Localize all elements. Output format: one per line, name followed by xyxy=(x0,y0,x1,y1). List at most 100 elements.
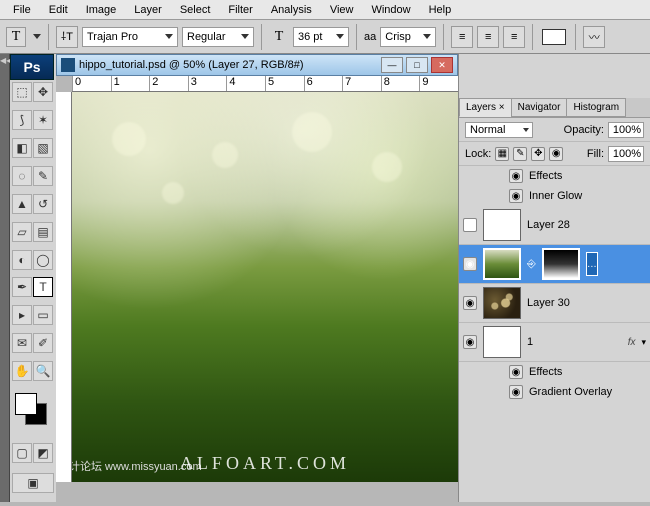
document-titlebar[interactable]: hippo_tutorial.psd @ 50% (Layer 27, RGB/… xyxy=(56,54,458,76)
text-orientation-button[interactable]: ⸸T xyxy=(56,26,78,48)
layer-row[interactable]: ◉ Layer 30 xyxy=(459,284,650,323)
mask-thumbnail[interactable] xyxy=(542,248,580,280)
ruler-vertical[interactable] xyxy=(56,92,72,482)
crop-tool[interactable]: ◧ xyxy=(12,138,32,158)
lock-transparent-button[interactable]: ▦ xyxy=(495,147,509,161)
screen-mode-button[interactable]: ▣ xyxy=(12,473,54,493)
standard-mode-button[interactable]: ▢ xyxy=(12,443,32,463)
effect-gradient-overlay[interactable]: Gradient Overlay xyxy=(529,386,612,398)
options-bar: T ⸸T Trajan Pro Regular T 36 pt aa Crisp… xyxy=(0,20,650,54)
menu-layer[interactable]: Layer xyxy=(125,2,171,18)
marquee-tool[interactable]: ⬚ xyxy=(12,82,32,102)
opacity-label: Opacity: xyxy=(564,124,604,136)
layer-thumbnail[interactable] xyxy=(483,248,521,280)
menu-image[interactable]: Image xyxy=(77,2,126,18)
visibility-toggle[interactable] xyxy=(463,218,477,232)
menu-view[interactable]: View xyxy=(321,2,363,18)
lock-all-button[interactable]: ◉ xyxy=(549,147,563,161)
fill-field[interactable]: 100% xyxy=(608,146,644,162)
tab-histogram[interactable]: Histogram xyxy=(566,98,626,117)
wand-tool[interactable]: ✶ xyxy=(33,110,53,130)
menu-file[interactable]: File xyxy=(4,2,40,18)
foreground-color[interactable] xyxy=(15,393,37,415)
fx-badge[interactable]: fx xyxy=(628,337,636,348)
slice-tool[interactable]: ▧ xyxy=(33,138,53,158)
warp-text-button[interactable]: 〰 xyxy=(583,26,605,48)
visibility-toggle[interactable]: ◉ xyxy=(463,335,477,349)
toolbox: Ps ⬚ ✥ ⟆ ✶ ◧ ▧ ◌ ✎ ▲ ↺ ▱ ▤ ◐ ◯ ✒ T ▸ ▭ ✉… xyxy=(10,54,56,502)
layer-row[interactable]: Layer 28 xyxy=(459,206,650,245)
lock-position-button[interactable]: ✥ xyxy=(531,147,545,161)
shape-tool[interactable]: ▭ xyxy=(33,305,53,325)
blur-tool[interactable]: ◐ xyxy=(12,250,32,270)
fx-visibility-icon[interactable]: ◉ xyxy=(509,189,523,203)
fx-visibility-icon[interactable]: ◉ xyxy=(509,365,523,379)
layer-thumbnail[interactable] xyxy=(483,287,521,319)
menu-help[interactable]: Help xyxy=(420,2,461,18)
document-icon xyxy=(61,58,75,72)
tool-preset-icon[interactable]: T xyxy=(6,27,26,47)
layer-name[interactable]: Layer 30 xyxy=(527,297,570,309)
path-select-tool[interactable]: ▸ xyxy=(12,305,32,325)
fx-visibility-icon[interactable]: ◉ xyxy=(509,169,523,183)
notes-tool[interactable]: ✉ xyxy=(12,333,32,353)
tab-layers[interactable]: Layers × xyxy=(459,98,512,117)
blend-mode-combo[interactable]: Normal xyxy=(465,122,533,138)
fx-visibility-icon[interactable]: ◉ xyxy=(509,385,523,399)
layer-name[interactable]: Layer 28 xyxy=(527,219,570,231)
tab-navigator[interactable]: Navigator xyxy=(511,98,568,117)
font-size-combo[interactable]: 36 pt xyxy=(293,27,349,47)
align-left-button[interactable]: ≡ xyxy=(451,26,473,48)
menu-select[interactable]: Select xyxy=(171,2,220,18)
effects-label: Effects xyxy=(529,170,562,182)
quickmask-button[interactable]: ◩ xyxy=(33,443,53,463)
layer-row-selected[interactable]: ◉ ⎆ … xyxy=(459,245,650,284)
close-button[interactable]: ✕ xyxy=(431,57,453,73)
tool-preset-dropdown[interactable] xyxy=(33,34,41,39)
antialias-combo[interactable]: Crisp xyxy=(380,27,436,47)
menu-filter[interactable]: Filter xyxy=(219,2,261,18)
type-tool[interactable]: T xyxy=(33,277,53,297)
document-window: hippo_tutorial.psd @ 50% (Layer 27, RGB/… xyxy=(56,54,458,502)
lock-pixels-button[interactable]: ✎ xyxy=(513,147,527,161)
color-swatches[interactable] xyxy=(12,393,54,429)
stamp-tool[interactable]: ▲ xyxy=(12,194,32,214)
opacity-field[interactable]: 100% xyxy=(608,122,644,138)
visibility-toggle[interactable]: ◉ xyxy=(463,296,477,310)
hand-tool[interactable]: ✋ xyxy=(12,361,32,381)
eraser-tool[interactable]: ▱ xyxy=(12,222,32,242)
panel-well[interactable]: ◀◀ xyxy=(0,54,10,502)
layer-row[interactable]: ◉ 1 fx▾ xyxy=(459,323,650,362)
canvas-image xyxy=(72,92,458,482)
lasso-tool[interactable]: ⟆ xyxy=(12,110,32,130)
maximize-button[interactable]: □ xyxy=(406,57,428,73)
brush-tool[interactable]: ✎ xyxy=(33,166,53,186)
history-brush-tool[interactable]: ↺ xyxy=(33,194,53,214)
move-tool[interactable]: ✥ xyxy=(33,82,53,102)
layer-thumbnail[interactable] xyxy=(483,209,521,241)
align-center-button[interactable]: ≡ xyxy=(477,26,499,48)
zoom-tool[interactable]: 🔍 xyxy=(33,361,53,381)
minimize-button[interactable]: — xyxy=(381,57,403,73)
dodge-tool[interactable]: ◯ xyxy=(33,250,53,270)
panels-dock: Layers × Navigator Histogram Normal Opac… xyxy=(458,54,650,502)
menu-window[interactable]: Window xyxy=(362,2,419,18)
text-color-swatch[interactable] xyxy=(542,29,566,45)
heal-tool[interactable]: ◌ xyxy=(12,166,32,186)
font-family-combo[interactable]: Trajan Pro xyxy=(82,27,178,47)
canvas[interactable]: 思缘设计论坛 www.missyuan.com ALFOART.COM xyxy=(72,92,458,482)
pen-tool[interactable]: ✒ xyxy=(12,277,32,297)
lock-label: Lock: xyxy=(465,148,491,160)
menu-edit[interactable]: Edit xyxy=(40,2,77,18)
visibility-toggle[interactable]: ◉ xyxy=(463,257,477,271)
layer-thumbnail[interactable] xyxy=(483,326,521,358)
effect-inner-glow[interactable]: Inner Glow xyxy=(529,190,582,202)
eyedropper-tool[interactable]: ✐ xyxy=(33,333,53,353)
layer-link-badge[interactable]: … xyxy=(586,252,598,276)
ruler-horizontal[interactable]: 0123456789 xyxy=(72,76,458,92)
gradient-tool[interactable]: ▤ xyxy=(33,222,53,242)
font-style-combo[interactable]: Regular xyxy=(182,27,254,47)
menu-analysis[interactable]: Analysis xyxy=(262,2,321,18)
align-right-button[interactable]: ≡ xyxy=(503,26,525,48)
layer-name[interactable]: 1 xyxy=(527,336,533,348)
